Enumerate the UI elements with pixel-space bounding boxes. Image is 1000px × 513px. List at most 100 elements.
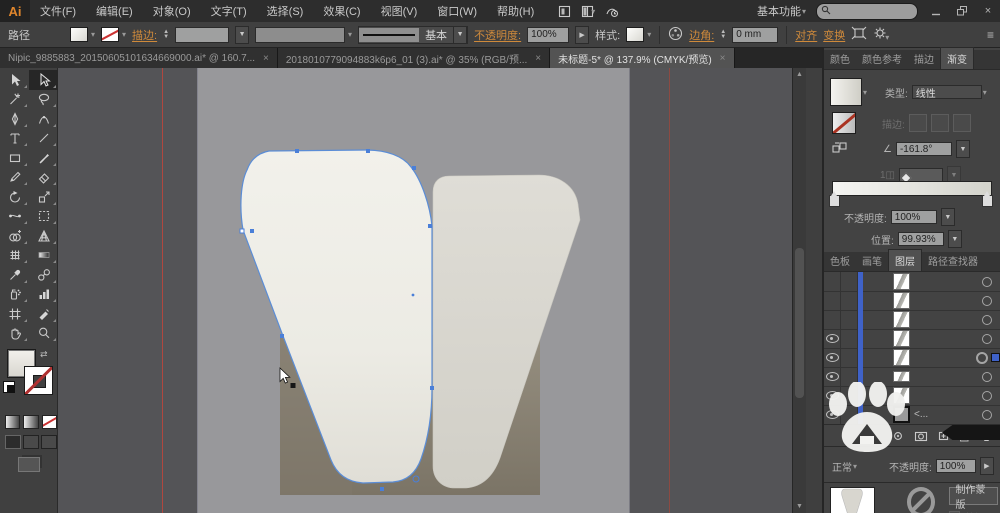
layer-row-5-selected[interactable] (824, 348, 1000, 368)
canvas-area[interactable]: ▲ ▼ (58, 68, 806, 513)
stroke-weight-label[interactable]: 描边: (132, 27, 157, 43)
brush-definition-select[interactable]: 基本 ▼ (358, 26, 468, 44)
draw-inside-button[interactable] (41, 435, 57, 449)
blend-tool[interactable] (29, 265, 58, 285)
angle-arrow[interactable]: ▼ (956, 140, 970, 158)
object-thumbnail[interactable] (830, 487, 875, 513)
document-tab-3-active[interactable]: 未标题-5* @ 137.9% (CMYK/预览) × (550, 48, 734, 68)
gradient-location-field[interactable]: 99.93% (898, 232, 944, 246)
document-tab-1[interactable]: Nipic_9885883_20150605101634669000.ai* @… (0, 48, 278, 68)
reverse-gradient-icon[interactable] (832, 141, 849, 157)
visibility-toggle[interactable] (824, 272, 841, 291)
menu-select[interactable]: 选择(S) (257, 3, 314, 19)
corner-stepper[interactable]: ▲▼ (720, 30, 726, 40)
visibility-toggle[interactable] (824, 310, 841, 329)
gradient-stop-left[interactable] (829, 195, 840, 207)
target-circle-icon[interactable] (982, 391, 992, 401)
paintbrush-tool[interactable] (29, 148, 58, 168)
tab-swatches[interactable]: 色板 (824, 250, 856, 271)
vertical-scrollbar[interactable]: ▲ ▼ (792, 68, 806, 513)
visibility-toggle[interactable] (824, 348, 841, 367)
rotate-tool[interactable] (0, 187, 29, 207)
gradient-tool[interactable] (29, 246, 58, 266)
draw-normal-button[interactable] (5, 435, 21, 449)
corner-label[interactable]: 边角: (689, 27, 714, 43)
scroll-down-icon[interactable]: ▼ (796, 503, 803, 510)
fill-dropdown-icon[interactable]: ▾ (91, 30, 95, 39)
lasso-tool[interactable] (29, 90, 58, 110)
selection-tool[interactable] (0, 70, 29, 90)
menu-type[interactable]: 文字(T) (201, 3, 257, 19)
recolor-artwork-icon[interactable] (668, 26, 683, 44)
tab-stroke[interactable]: 描边 (908, 48, 940, 69)
target-circle-icon[interactable] (982, 315, 992, 325)
draw-behind-button[interactable] (23, 435, 39, 449)
layer-thumbnail[interactable] (893, 371, 910, 382)
close-tab-icon[interactable]: × (263, 53, 269, 64)
close-tab-icon[interactable]: × (535, 53, 541, 64)
layer-thumbnail[interactable] (893, 292, 910, 309)
opacity-arrow[interactable]: ▶ (575, 26, 589, 44)
tab-color[interactable]: 颜色 (824, 48, 856, 69)
slice-tool[interactable] (29, 304, 58, 324)
direct-selection-tool[interactable] (29, 70, 58, 90)
panel-icon[interactable] (558, 5, 571, 18)
visibility-toggle[interactable] (824, 329, 841, 348)
layer-row-6[interactable] (824, 367, 1000, 387)
rectangle-tool[interactable] (0, 148, 29, 168)
symbol-sprayer-tool[interactable] (0, 285, 29, 305)
layer-thumbnail[interactable] (893, 330, 910, 347)
target-circle-icon[interactable] (982, 372, 992, 382)
stroke-weight-arrow[interactable]: ▼ (235, 26, 249, 44)
visibility-toggle[interactable] (824, 291, 841, 310)
make-clipping-mask-icon[interactable] (914, 430, 928, 442)
shape-builder-tool[interactable] (0, 226, 29, 246)
cs-live-icon[interactable] (605, 5, 620, 18)
arrange-documents-icon[interactable]: ▾ (581, 5, 595, 18)
swap-fill-stroke-icon[interactable]: ⇄ (40, 349, 48, 360)
minimize-button[interactable] (928, 4, 944, 18)
document-tab-2[interactable]: 2018010779094883k6p6_01 (3).ai* @ 35% (R… (278, 48, 550, 68)
angle-field[interactable]: -161.8° (896, 142, 952, 156)
gradient-mode-button[interactable] (23, 415, 38, 429)
search-box[interactable] (816, 3, 918, 20)
stroke-weight-stepper[interactable]: ▲▼ (163, 30, 169, 40)
layer-row-4[interactable] (824, 329, 1000, 349)
menu-file[interactable]: 文件(F) (30, 3, 86, 19)
search-input[interactable] (834, 4, 908, 18)
settings-icon[interactable]: ▾ (873, 26, 889, 43)
curvature-tool[interactable] (29, 109, 58, 129)
layer-row-7[interactable] (824, 386, 1000, 406)
gradient-swatch-arrow[interactable]: ▾ (863, 88, 867, 97)
color-mode-button[interactable] (5, 415, 20, 429)
tab-layers[interactable]: 图层 (888, 249, 922, 271)
default-fill-stroke-icon[interactable] (3, 381, 15, 393)
opacity-field[interactable]: 100% (527, 27, 569, 43)
blend-mode-arrow[interactable]: ▾ (853, 462, 857, 471)
layer-row-3[interactable] (824, 310, 1000, 330)
style-arrow[interactable]: ▾ (647, 30, 651, 39)
layer-thumbnail[interactable] (893, 406, 910, 423)
tab-brushes[interactable]: 画笔 (856, 250, 888, 271)
align-label[interactable]: 对齐 (795, 27, 817, 43)
locate-object-icon[interactable] (892, 430, 905, 442)
width-profile-select[interactable] (255, 27, 345, 43)
artwork[interactable] (197, 68, 630, 513)
corner-field[interactable]: 0 mm (732, 27, 778, 43)
gradient-stop-right[interactable] (982, 195, 993, 207)
visibility-toggle[interactable] (824, 386, 841, 405)
menu-edit[interactable]: 编辑(E) (86, 3, 143, 19)
none-mode-button[interactable] (42, 415, 57, 429)
opacity-label[interactable]: 不透明度: (474, 27, 521, 43)
isolate-object-icon[interactable] (851, 26, 867, 43)
artboard-tool[interactable] (0, 304, 29, 324)
menu-effect[interactable]: 效果(C) (313, 3, 370, 19)
gradient-location-arrow[interactable]: ▼ (948, 230, 962, 248)
layer-thumbnail[interactable] (893, 311, 910, 328)
visibility-toggle[interactable] (824, 405, 841, 424)
gradient-fill-swatch[interactable] (830, 78, 862, 106)
menu-help[interactable]: 帮助(H) (487, 3, 544, 19)
layer-row-8[interactable]: <... (824, 405, 1000, 425)
control-panel-menu-icon[interactable]: ≡ (987, 28, 994, 42)
type-tool[interactable] (0, 129, 29, 149)
